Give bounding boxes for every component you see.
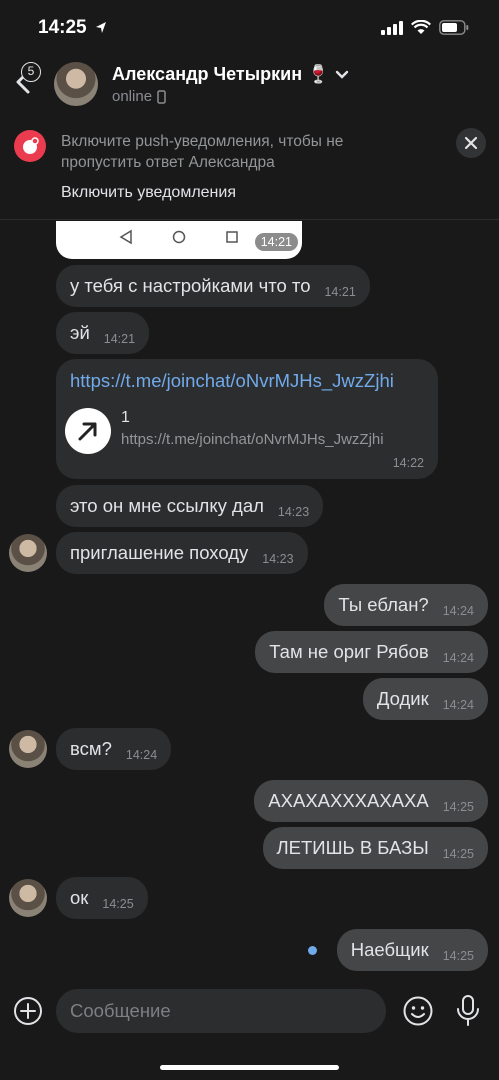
enable-notifications-link[interactable]: Включить уведомления xyxy=(61,184,236,202)
message-time: 14:25 xyxy=(442,800,474,814)
image-message[interactable]: 14:21 xyxy=(56,221,302,259)
chat-header: Александр Четыркин 🍷 online xyxy=(0,54,499,114)
emoji-button[interactable] xyxy=(402,995,434,1027)
link-message[interactable]: https://t.me/joinchat/oNvrMJHs_JwzZjhi 1… xyxy=(56,359,438,479)
sender-avatar[interactable] xyxy=(9,879,47,917)
message-text: ок xyxy=(70,887,89,908)
message-text: Там не ориг Рябов xyxy=(269,641,429,662)
message-time: 14:21 xyxy=(324,285,356,299)
message-time: 14:24 xyxy=(125,748,158,762)
message-bubble-outgoing[interactable]: Ты еблан? 14:24 xyxy=(324,584,488,626)
message-bubble-outgoing[interactable]: АХАХАХХХАХАХА 14:25 xyxy=(254,780,488,822)
unread-indicator xyxy=(308,946,317,955)
message-text: Наебщик xyxy=(350,939,429,960)
push-notification-banner: Включите push-уведомления, чтобы не проп… xyxy=(0,116,499,220)
message-time: 14:23 xyxy=(277,505,310,519)
message-list[interactable]: 14:21 у тебя с настройками что то 14:21 … xyxy=(0,221,499,981)
close-icon xyxy=(464,136,478,150)
banner-text: Включите push-уведомления, чтобы не проп… xyxy=(61,133,344,171)
status-time: 14:25 xyxy=(38,17,87,38)
message-composer xyxy=(0,982,499,1080)
unread-count-badge: 5 xyxy=(21,62,41,82)
message-time: 14:25 xyxy=(442,949,474,963)
message-time: 14:25 xyxy=(442,847,474,861)
message-link[interactable]: https://t.me/joinchat/oNvrMJHs_JwzZjhi xyxy=(70,370,394,392)
message-text: это он мне ссылку дал xyxy=(70,495,264,516)
message-bubble-outgoing[interactable]: Додик 14:24 xyxy=(362,678,488,720)
status-bar: 14:25 xyxy=(0,0,499,54)
link-preview-title: 1 xyxy=(121,409,130,426)
message-input[interactable] xyxy=(56,989,386,1033)
mobile-phone-icon xyxy=(157,89,166,104)
home-indicator xyxy=(160,1065,339,1070)
message-time: 14:24 xyxy=(442,651,474,665)
microphone-button[interactable] xyxy=(454,994,482,1028)
chevron-down-icon[interactable] xyxy=(335,70,349,80)
attach-button[interactable] xyxy=(13,996,43,1026)
battery-icon xyxy=(439,20,469,35)
message-bubble-incoming[interactable]: приглашение походу 14:23 xyxy=(56,532,308,574)
message-time: 14:24 xyxy=(442,698,474,712)
location-arrow-icon xyxy=(96,22,106,33)
message-text: эй xyxy=(70,322,90,343)
message-bubble-incoming[interactable]: ок 14:25 xyxy=(56,877,148,919)
sender-avatar[interactable] xyxy=(9,534,47,572)
contact-status: online xyxy=(112,88,166,105)
notification-bell-icon xyxy=(14,130,46,162)
message-text: Ты еблан? xyxy=(338,594,429,615)
message-bubble-incoming[interactable]: у тебя с настройками что то 14:21 xyxy=(56,265,370,307)
message-bubble-outgoing[interactable]: ЛЕТИШЬ В БАЗЫ 14:25 xyxy=(262,827,488,869)
link-preview-icon xyxy=(65,408,111,454)
wifi-icon xyxy=(411,20,431,34)
message-bubble-outgoing[interactable]: Наебщик 14:25 xyxy=(336,929,488,971)
message-text: Додик xyxy=(376,688,429,709)
message-time: 14:24 xyxy=(442,604,474,618)
contact-status-text: online xyxy=(112,88,153,105)
message-time: 14:21 xyxy=(103,332,136,346)
banner-close-button[interactable] xyxy=(456,128,486,158)
message-bubble-incoming[interactable]: это он мне ссылку дал 14:23 xyxy=(56,485,324,527)
message-bubble-outgoing[interactable]: Там не ориг Рябов 14:24 xyxy=(255,631,488,673)
message-time: 14:25 xyxy=(102,897,134,911)
message-text: у тебя с настройками что то xyxy=(70,275,311,296)
sender-avatar[interactable] xyxy=(9,730,47,768)
message-time: 14:21 xyxy=(254,233,298,251)
message-text: АХАХАХХХАХАХА xyxy=(268,790,429,811)
contact-name[interactable]: Александр Четыркин 🍷 xyxy=(112,64,349,85)
contact-name-text: Александр Четыркин 🍷 xyxy=(112,64,330,84)
link-preview-url: https://t.me/joinchat/oNvrMJHs_JwzZjhi xyxy=(121,431,384,448)
arrow-up-right-icon xyxy=(78,422,97,441)
message-text: ЛЕТИШЬ В БАЗЫ xyxy=(276,837,429,858)
message-bubble-incoming[interactable]: эй 14:21 xyxy=(56,312,150,354)
message-time: 14:22 xyxy=(392,456,424,470)
cellular-signal-icon xyxy=(381,20,403,35)
contact-avatar[interactable] xyxy=(54,62,98,106)
status-icons xyxy=(381,20,469,35)
message-text: приглашение походу xyxy=(70,542,249,563)
message-bubble-incoming[interactable]: всм? 14:24 xyxy=(56,728,172,770)
message-time: 14:23 xyxy=(262,552,294,566)
message-text: всм? xyxy=(70,738,112,759)
